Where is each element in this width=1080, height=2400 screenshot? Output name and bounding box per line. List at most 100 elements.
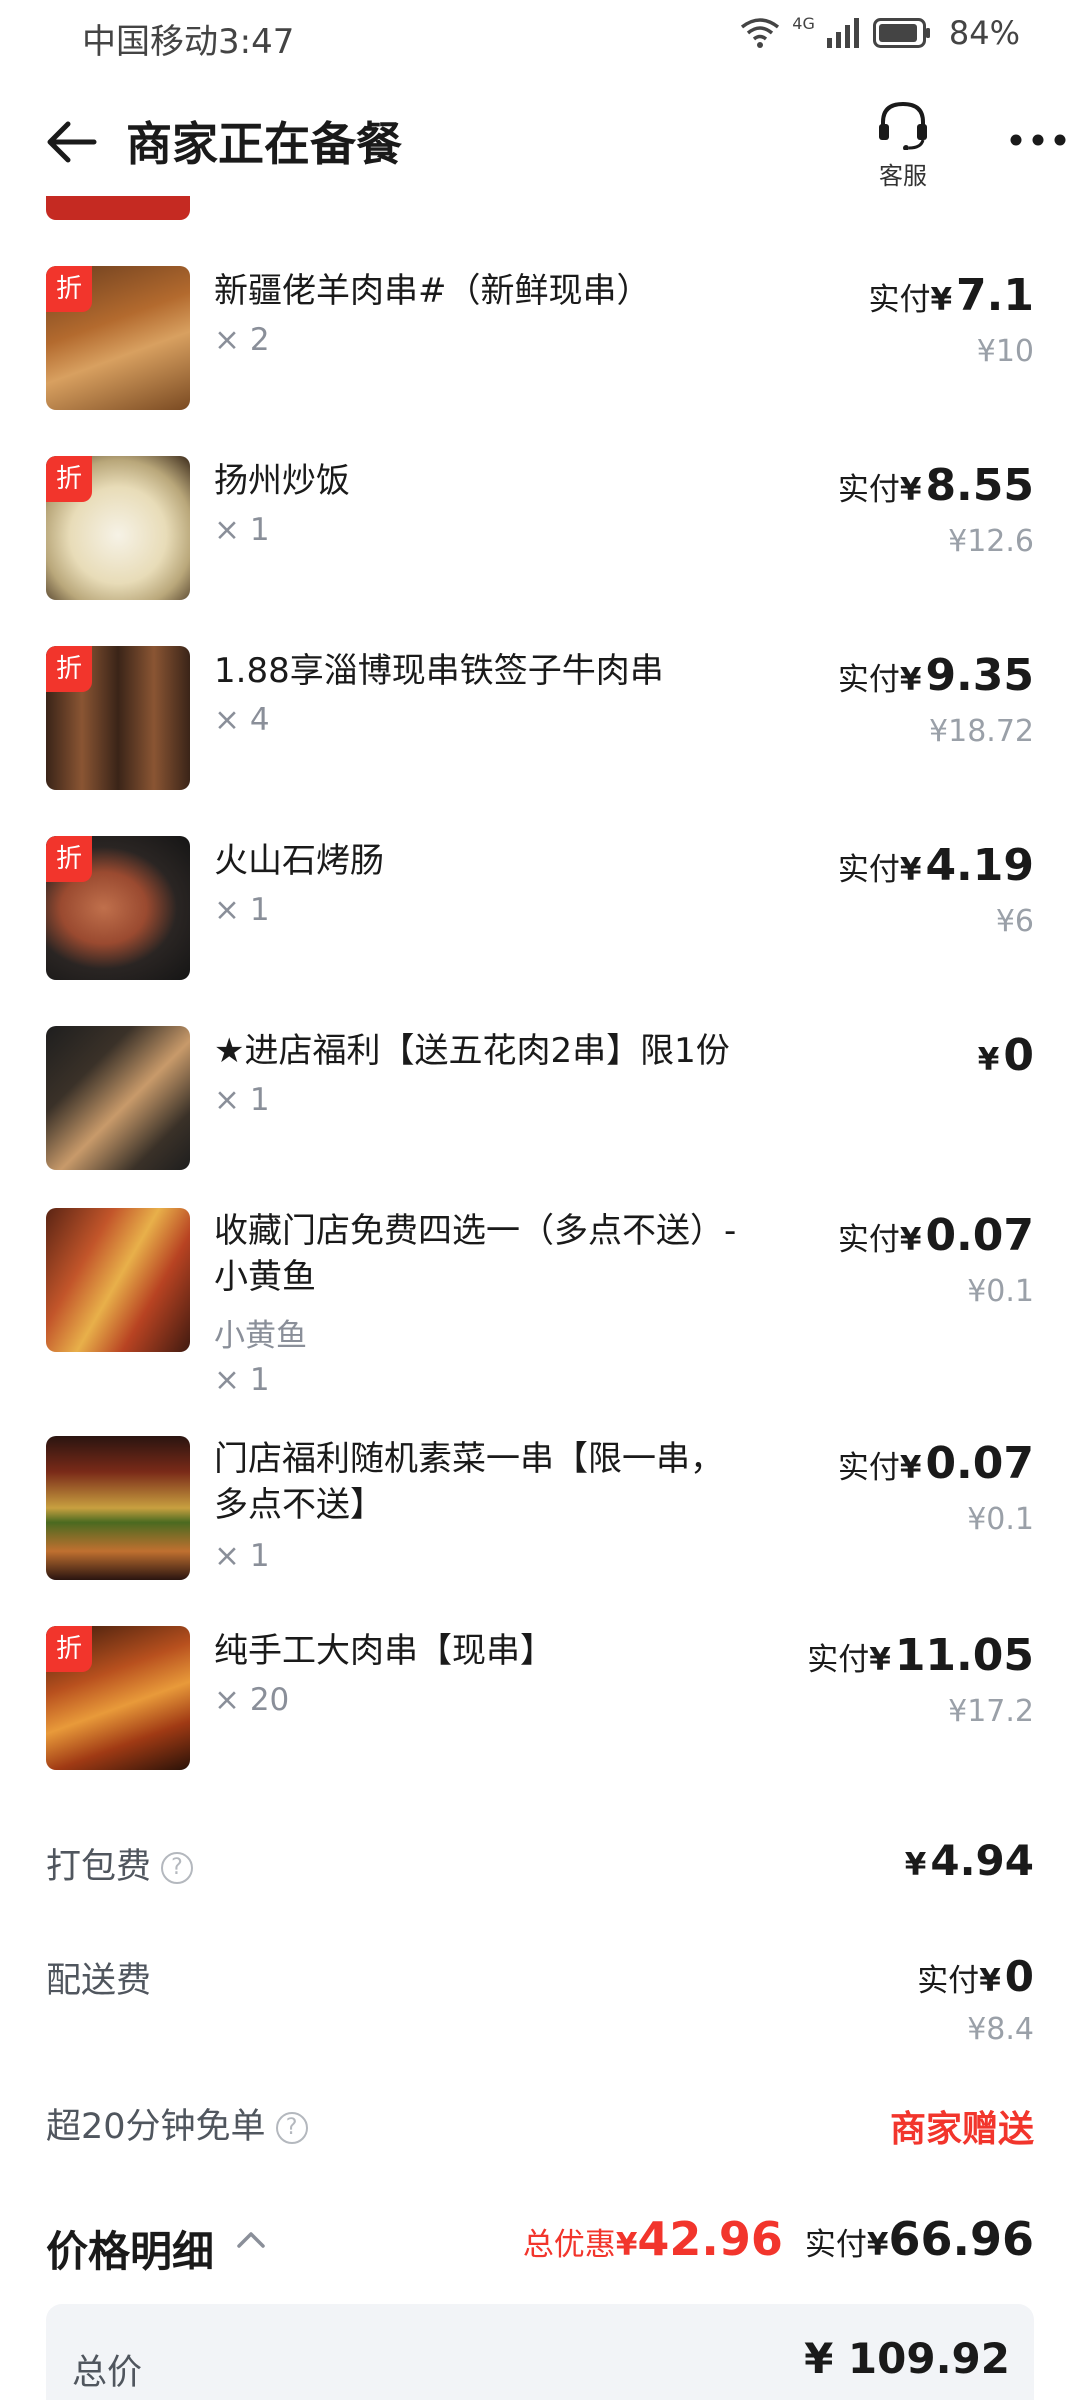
headset-icon [879,101,927,151]
price-summary: 总优惠¥42.96 实付¥66.96 [523,2212,1034,2266]
pay-amount: 0 [1003,1030,1034,1081]
item-price: 实付¥7.1 [868,270,1034,321]
item-name-line2: 多点不送】 [214,1485,384,1525]
help-icon[interactable]: ? [275,2112,308,2144]
delivery-fee-original: ¥8.4 [967,2012,1034,2047]
item-quantity: × 2 [214,322,270,358]
item-name: 扬州炒饭 [214,461,350,501]
item-name: 门店福利随机素菜一串【限一串， [214,1439,724,1479]
back-arrow-icon[interactable] [44,114,100,170]
currency: ¥ [930,282,953,318]
item-price: 实付¥9.35 [838,650,1034,701]
item-quantity: × 1 [214,512,270,548]
packing-fee-label: 打包费 [46,1847,152,1887]
more-icon[interactable] [1006,128,1070,152]
pay-prefix: 实付 [868,282,931,318]
pay-prefix: 实付 [837,472,900,508]
item-image: 折 [46,266,190,410]
pay-prefix: 实付 [837,1450,900,1486]
pay-amount: 11.05 [894,1630,1034,1681]
item-quantity: × 1 [214,1538,270,1574]
item-name: 纯手工大肉串【现串】 [214,1631,554,1671]
network-type: 4G [792,13,815,33]
item-price: 实付¥4.19 [838,840,1034,891]
currency: ¥ [904,1847,927,1883]
battery-icon [872,18,930,48]
late-free-row: 超20分钟免单? [46,2098,308,2149]
packing-fee-amount: 4.94 [930,1836,1034,1885]
pay-amount: 7.1 [956,270,1034,321]
pay-prefix: 实付 [837,662,900,698]
battery-percent: 84% [948,14,1020,52]
status-bar: 中国移动3:47 4G 84% [0,0,1080,76]
pay-prefix: 实付 [837,852,900,888]
item-image [46,1026,190,1170]
item-quantity: × 1 [214,892,270,928]
item-quantity: × 1 [214,1082,270,1118]
pay-prefix: 实付 [807,1642,870,1678]
item-spec: 小黄鱼 [214,1318,307,1354]
total-price-label: 总价 [72,2353,143,2393]
paid-total-value: 66.96 [888,2212,1034,2266]
total-discount-label: 总优惠 [522,2227,616,2263]
item-image: 折 [46,456,190,600]
item-image [46,1208,190,1352]
pay-amount: 4.19 [925,840,1034,891]
item-image: 折 [46,836,190,980]
original-price: ¥0.1 [967,1502,1034,1537]
item-name-line2: 小黄鱼 [214,1257,316,1297]
pay-prefix: 实付 [917,1963,980,1999]
original-price: ¥17.2 [948,1694,1034,1729]
packing-fee-row: 打包费? [46,1838,194,1889]
app-header: 商家正在备餐 客服 [0,90,1080,190]
pay-prefix: 实付 [837,1222,900,1258]
currency: ¥ [899,472,922,508]
currency: ¥ [899,1450,922,1486]
price-detail-label: 价格明细 [46,2227,215,2276]
item-quantity: × 4 [214,702,270,738]
item-image [46,1436,190,1580]
discount-badge: 折 [46,646,92,692]
total-price-panel: 总价 ¥ 109.92 [46,2304,1034,2400]
status-icons: 4G 84% [740,14,1020,52]
customer-service-button[interactable]: 客服 [868,98,938,191]
customer-service-label: 客服 [879,162,927,190]
currency: ¥ [979,1963,1001,1999]
item-name: 新疆佬羊肉串#（新鲜现串） [214,271,651,311]
original-price: ¥12.6 [948,524,1034,559]
item-name: 1.88享淄博现串铁签子牛肉串 [214,651,664,691]
total-discount-value: 42.96 [637,2212,783,2266]
currency: ¥ [899,1222,922,1258]
item-price: ¥0 [978,1030,1034,1081]
original-price: ¥6 [995,904,1034,939]
pay-amount: 8.55 [925,460,1034,511]
signal-icon [826,18,859,48]
item-price: 实付¥0.07 [838,1438,1034,1489]
pay-amount: 0.07 [925,1210,1034,1261]
currency: ¥ [615,2227,638,2263]
previous-item-image [46,196,190,220]
item-name: 火山石烤肠 [214,841,384,881]
help-icon[interactable]: ? [161,1852,194,1884]
chevron-up-icon[interactable] [236,2230,266,2250]
price-detail-header[interactable]: 价格明细 总优惠¥42.96 实付¥66.96 [0,2208,1080,2288]
delivery-fee-label: 配送费 [46,1961,152,2001]
delivery-fee-value: 实付¥0 [917,1952,1034,2001]
pay-amount: 0.07 [925,1438,1034,1489]
currency: ¥ [977,1042,1000,1078]
item-price: 实付¥0.07 [838,1210,1034,1261]
item-image: 折 [46,646,190,790]
original-price: ¥0.1 [967,1274,1034,1309]
currency: ¥ [899,852,922,888]
carrier-time: 中国移动3:47 [82,22,295,62]
pay-prefix: 实付 [804,2227,867,2263]
currency: ¥ [866,2227,889,2263]
delivery-fee-amount: 0 [1004,1952,1034,2001]
page-title: 商家正在备餐 [126,117,402,171]
currency: ¥ [899,662,922,698]
item-price: 实付¥11.05 [807,1630,1034,1681]
item-image: 折 [46,1626,190,1770]
discount-badge: 折 [46,836,92,882]
packing-fee-value: ¥4.94 [905,1836,1034,1885]
discount-badge: 折 [46,266,92,312]
